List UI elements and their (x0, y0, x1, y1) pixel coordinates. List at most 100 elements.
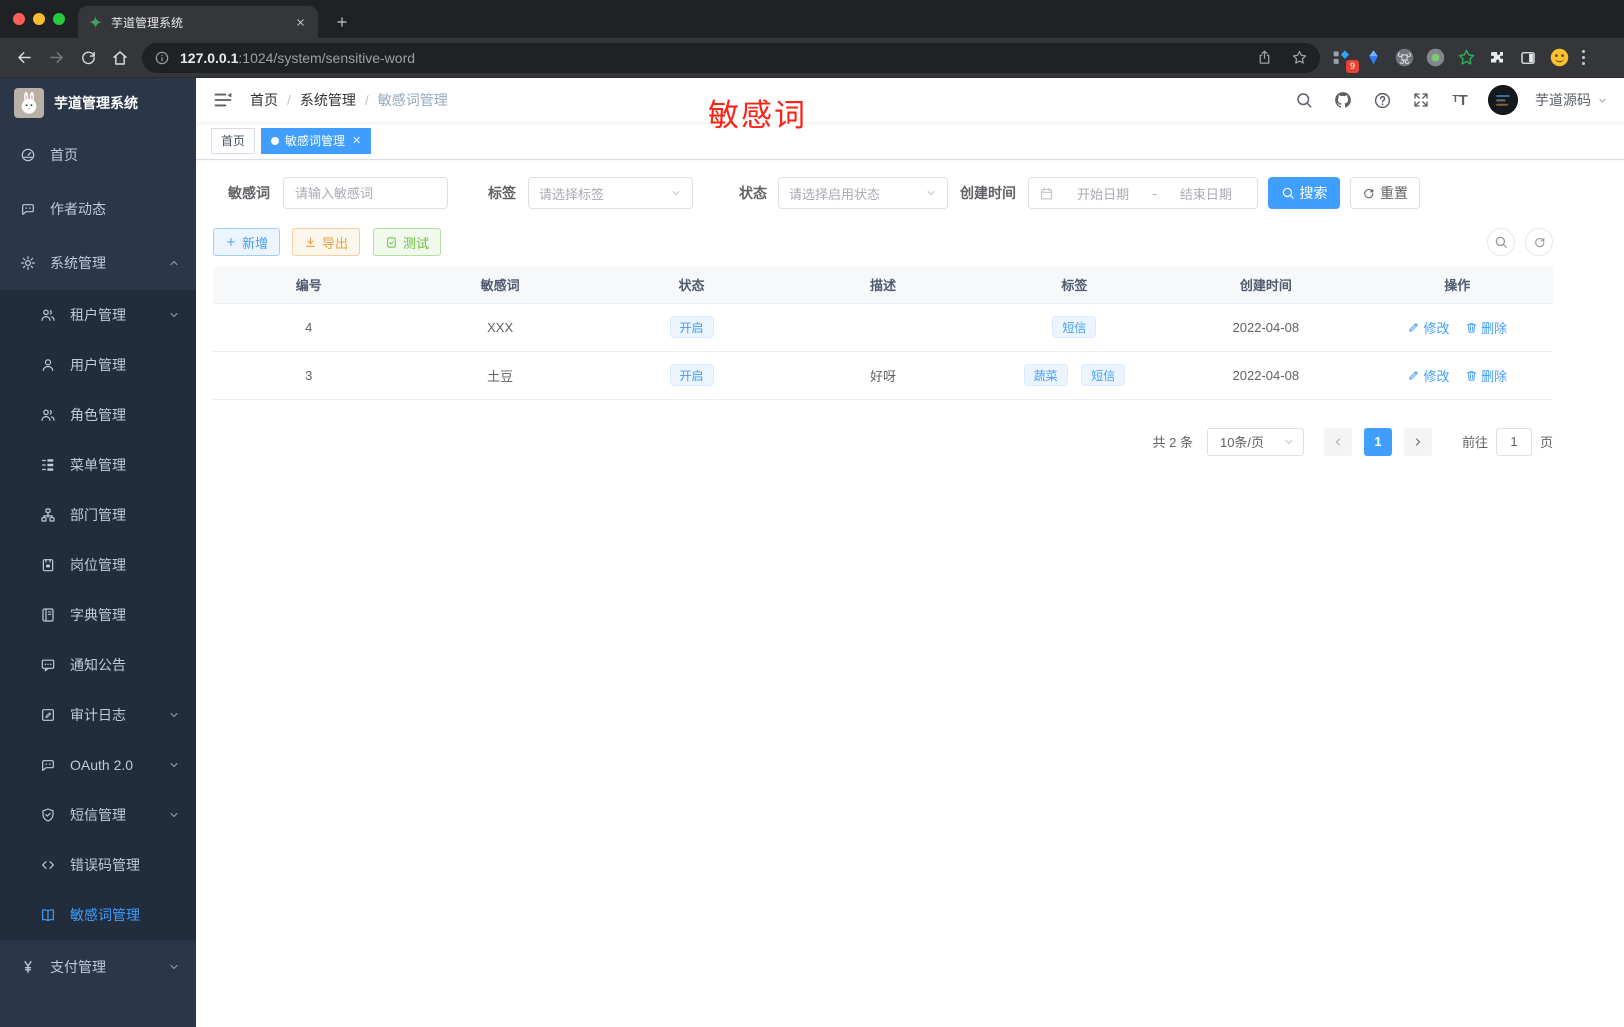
sidebar-item-payment-management[interactable]: 支付管理 (0, 940, 196, 994)
sidebar-item-error-code-management[interactable]: 错误码管理 (0, 840, 196, 890)
extensions-puzzle-icon[interactable] (1485, 46, 1509, 70)
tag-close-icon[interactable]: ✕ (352, 134, 361, 147)
search-button[interactable]: 搜索 (1268, 177, 1340, 209)
breadcrumb-current: 敏感词管理 (377, 92, 448, 108)
sidebar-item-oauth[interactable]: OAuth 2.0 (0, 740, 196, 790)
org-chart-icon (40, 507, 56, 523)
extension-record-icon[interactable] (1423, 46, 1447, 70)
forward-button[interactable] (41, 43, 71, 73)
address-bar[interactable]: 127.0.0.1:1024/system/sensitive-word (142, 42, 1320, 73)
date-label: 创建时间 (960, 185, 1016, 201)
cell-word: XXX (404, 302, 596, 352)
minimize-window-button[interactable] (33, 13, 45, 25)
keyword-label: 敏感词 (228, 185, 270, 201)
user-menu[interactable]: 芋道源码 (1535, 90, 1608, 110)
extension-grid-icon[interactable]: 9 (1330, 46, 1359, 73)
sidebar-item-role-management[interactable]: 角色管理 (0, 390, 196, 440)
tags-view-bar: 首页 敏感词管理 ✕ (196, 122, 1624, 160)
cell-tags: 蔬菜 短信 (978, 351, 1171, 400)
site-info-icon[interactable] (154, 50, 170, 66)
sidebar-collapse-icon[interactable] (212, 89, 234, 111)
tab-close-icon[interactable] (292, 14, 308, 30)
cell-id: 3 (213, 351, 405, 400)
status-select[interactable]: 请选择启用状态 (778, 177, 948, 209)
caret-down-icon (1597, 95, 1608, 106)
sidebar-item-dept-management[interactable]: 部门管理 (0, 490, 196, 540)
sidebar-item-sensitive-word-management[interactable]: 敏感词管理 (0, 890, 196, 940)
zoom-window-button[interactable] (53, 13, 65, 25)
delete-link[interactable]: 删除 (1465, 366, 1507, 385)
page-size-select[interactable]: 10条/页 (1206, 427, 1304, 456)
sidebar-item-notice[interactable]: 通知公告 (0, 640, 196, 690)
font-size-icon[interactable]: TT (1449, 89, 1471, 111)
table-search-toggle-button[interactable] (1487, 228, 1515, 256)
sidebar-item-user-management[interactable]: 用户管理 (0, 340, 196, 390)
browser-menu-icon[interactable] (1582, 50, 1585, 65)
sidebar-item-sms-management[interactable]: 短信管理 (0, 790, 196, 840)
macos-traffic-lights (13, 13, 65, 25)
cell-status: 开启 (595, 302, 788, 352)
chevron-down-icon (168, 759, 180, 771)
share-icon[interactable] (1256, 49, 1273, 66)
breadcrumb-home[interactable]: 首页 (250, 90, 278, 110)
sidebar-logo[interactable]: 芋道管理系统 (0, 78, 196, 128)
table-refresh-button[interactable] (1525, 228, 1553, 256)
sidebar-item-audit-log[interactable]: 审计日志 (0, 690, 196, 740)
new-tab-button[interactable] (330, 10, 354, 34)
help-icon[interactable] (1371, 89, 1393, 111)
sidebar-item-tenant-management[interactable]: 租户管理 (0, 290, 196, 340)
extension-badge: 9 (1346, 59, 1359, 73)
tag-sensitive-word[interactable]: 敏感词管理 ✕ (261, 127, 372, 154)
search-icon[interactable] (1293, 89, 1315, 111)
current-page[interactable]: 1 (1363, 427, 1392, 456)
github-icon[interactable] (1332, 89, 1354, 111)
goto-page: 前往 页 (1461, 427, 1553, 456)
edit-note-icon (40, 707, 56, 723)
col-status: 状态 (595, 267, 788, 303)
reset-button[interactable]: 重置 (1350, 177, 1420, 209)
top-navbar: 首页 / 系统管理 / 敏感词管理 TT 芋道源码 (196, 78, 1624, 122)
tag-label: 标签 (488, 185, 516, 201)
extension-command-icon[interactable] (1392, 46, 1416, 70)
app-title: 芋道管理系统 (54, 95, 138, 111)
tag-badge: 短信 (1052, 316, 1097, 338)
col-tags: 标签 (978, 267, 1171, 303)
goto-page-input[interactable] (1495, 427, 1532, 456)
user-avatar[interactable] (1488, 85, 1518, 115)
sidebar-item-post-management[interactable]: 岗位管理 (0, 540, 196, 590)
home-button[interactable] (105, 43, 135, 73)
browser-tab[interactable]: 芋道管理系统 (78, 6, 318, 38)
extension-star-icon[interactable] (1454, 46, 1478, 70)
close-window-button[interactable] (13, 13, 25, 25)
delete-link[interactable]: 删除 (1465, 318, 1507, 337)
prev-page-button[interactable] (1323, 427, 1352, 456)
profile-avatar[interactable] (1547, 46, 1571, 70)
sidebar-item-menu-management[interactable]: 菜单管理 (0, 440, 196, 490)
breadcrumb-section[interactable]: 系统管理 (300, 90, 356, 110)
tag-home[interactable]: 首页 (211, 127, 256, 154)
test-button[interactable]: 测试 (373, 228, 442, 256)
back-button[interactable] (9, 43, 39, 73)
goto-label: 前往 (1461, 435, 1488, 450)
fullscreen-icon[interactable] (1410, 89, 1432, 111)
edit-link[interactable]: 修改 (1407, 318, 1449, 337)
cell-status: 开启 (595, 351, 788, 400)
tag-select[interactable]: 请选择标签 (528, 177, 693, 209)
sidebar-item-home[interactable]: 首页 (0, 128, 196, 182)
edit-link[interactable]: 修改 (1407, 366, 1449, 385)
export-button[interactable]: 导出 (292, 228, 361, 256)
side-panel-icon[interactable] (1516, 46, 1540, 70)
col-desc: 描述 (787, 267, 979, 303)
sidebar-item-author-news[interactable]: 作者动态 (0, 182, 196, 236)
sidebar-item-dict-management[interactable]: 字典管理 (0, 590, 196, 640)
date-range-picker[interactable]: 开始日期 - 结束日期 (1028, 177, 1258, 209)
cell-actions: 修改 删除 (1361, 351, 1553, 400)
bookmark-star-icon[interactable] (1291, 49, 1308, 66)
next-page-button[interactable] (1403, 427, 1432, 456)
keyword-input[interactable] (295, 185, 436, 201)
sidebar-item-system-management[interactable]: 系统管理 (0, 236, 196, 290)
extension-gem-icon[interactable] (1361, 46, 1385, 70)
url-path: :1024/system/sensitive-word (238, 49, 416, 66)
reload-button[interactable] (73, 43, 103, 73)
add-button[interactable]: 新增 (213, 228, 281, 256)
